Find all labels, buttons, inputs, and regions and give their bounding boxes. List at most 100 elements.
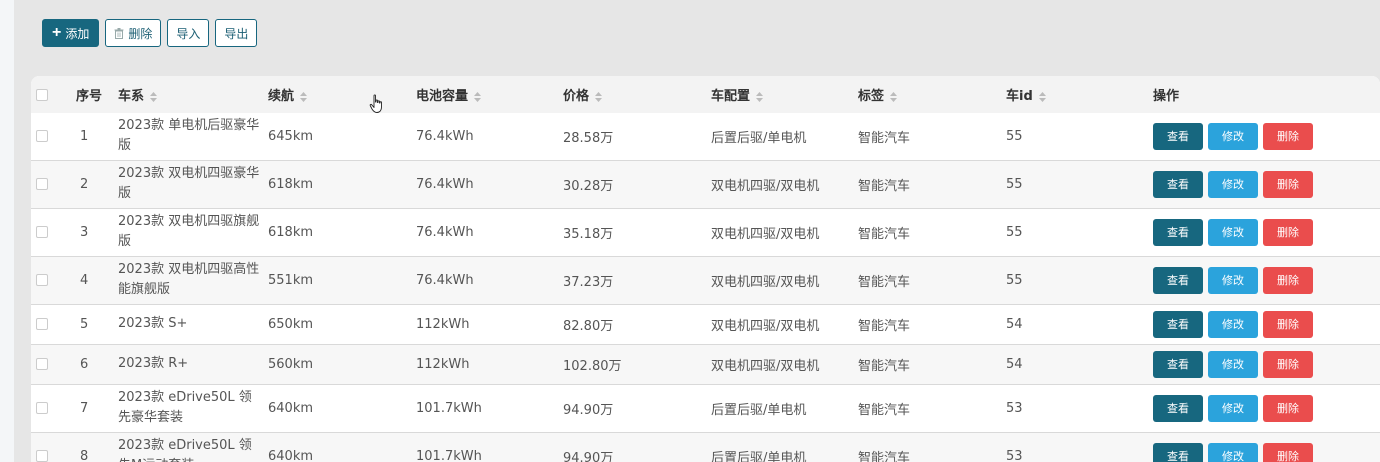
cell-price: 35.18万 xyxy=(563,208,711,257)
edit-button[interactable]: 修改 xyxy=(1208,310,1258,338)
cell-actions: 查看 修改 删除 xyxy=(1153,344,1380,385)
view-button[interactable]: 查看 xyxy=(1153,442,1203,462)
edit-button[interactable]: 修改 xyxy=(1208,350,1258,378)
cell-battery: 101.7kWh xyxy=(416,384,563,433)
row-delete-button[interactable]: 删除 xyxy=(1263,394,1313,422)
delete-button-label: 删除 xyxy=(128,26,153,41)
view-button[interactable]: 查看 xyxy=(1153,394,1203,422)
sort-icon[interactable] xyxy=(150,91,158,102)
sort-icon[interactable] xyxy=(1038,91,1046,102)
view-button[interactable]: 查看 xyxy=(1153,218,1203,246)
row-delete-button[interactable]: 删除 xyxy=(1263,442,1313,462)
cell-range: 645km xyxy=(268,113,416,161)
row-checkbox-cell xyxy=(31,256,76,305)
row-checkbox-cell xyxy=(31,113,76,161)
cell-price: 30.28万 xyxy=(563,160,711,209)
cell-series: 2023款 eDrive50L 领先豪华套装 xyxy=(118,384,268,433)
sort-icon[interactable] xyxy=(300,91,308,102)
row-delete-button[interactable]: 删除 xyxy=(1263,266,1313,294)
view-button[interactable]: 查看 xyxy=(1153,122,1203,150)
header-series[interactable]: 车系 xyxy=(118,76,268,113)
edit-button[interactable]: 修改 xyxy=(1208,170,1258,198)
row-checkbox[interactable] xyxy=(36,358,48,370)
table-row: 7 2023款 eDrive50L 领先豪华套装 640km 101.7kWh 94.9… xyxy=(31,384,1380,433)
row-checkbox-cell xyxy=(31,384,76,433)
cell-series: 2023款 R+ xyxy=(118,344,268,385)
cell-price: 94.90万 xyxy=(563,384,711,433)
export-button[interactable]: 导出 xyxy=(215,19,258,47)
select-all-checkbox[interactable] xyxy=(36,88,48,101)
cell-range: 640km xyxy=(268,384,416,433)
table-header-row: 序号 车系 续航 电池容量 价格 车配置 标签 车id 操作 xyxy=(31,76,1380,113)
add-button[interactable]: + 添加 xyxy=(42,19,100,47)
view-button[interactable]: 查看 xyxy=(1153,310,1203,338)
row-delete-button[interactable]: 删除 xyxy=(1263,310,1313,338)
toolbar: + 添加 删除 导入 导出 xyxy=(42,19,258,47)
edit-button[interactable]: 修改 xyxy=(1208,266,1258,294)
row-checkbox-cell xyxy=(31,432,76,462)
row-checkbox[interactable] xyxy=(36,130,48,143)
cell-price: 82.80万 xyxy=(563,304,711,345)
view-button[interactable]: 查看 xyxy=(1153,350,1203,378)
cell-battery: 101.7kWh xyxy=(416,432,563,462)
cell-range: 551km xyxy=(268,256,416,305)
edit-button[interactable]: 修改 xyxy=(1208,122,1258,150)
sort-icon[interactable] xyxy=(474,91,482,102)
cell-config: 后置后驱/单电机 xyxy=(711,384,858,433)
row-checkbox[interactable] xyxy=(36,318,48,330)
sort-icon[interactable] xyxy=(595,91,603,102)
cell-index: 1 xyxy=(76,113,118,161)
cell-range: 560km xyxy=(268,344,416,385)
row-checkbox[interactable] xyxy=(36,274,48,286)
cell-range: 618km xyxy=(268,160,416,209)
header-config[interactable]: 车配置 xyxy=(711,76,858,113)
row-checkbox[interactable] xyxy=(36,226,48,238)
sort-icon[interactable] xyxy=(756,91,764,102)
header-car-id[interactable]: 车id xyxy=(1006,76,1153,113)
cell-config: 后置后驱/单电机 xyxy=(711,432,858,462)
table-row: 3 2023款 双电机四驱旗舰版 618km 76.4kWh 35.18万 双电机四驱/双… xyxy=(31,208,1380,257)
header-index: 序号 xyxy=(76,89,103,104)
cell-price: 37.23万 xyxy=(563,256,711,305)
edit-button[interactable]: 修改 xyxy=(1208,394,1258,422)
header-price[interactable]: 价格 xyxy=(563,76,711,113)
sort-icon[interactable] xyxy=(890,91,898,102)
row-checkbox-cell xyxy=(31,344,76,385)
cell-car-id: 55 xyxy=(1006,256,1153,305)
row-checkbox-cell xyxy=(31,160,76,209)
row-checkbox[interactable] xyxy=(36,178,48,190)
cell-battery: 112kWh xyxy=(416,304,563,345)
delete-button[interactable]: 删除 xyxy=(105,19,162,47)
cell-series: 2023款 单电机后驱豪华版 xyxy=(118,113,268,161)
row-delete-button[interactable]: 删除 xyxy=(1263,122,1313,150)
cell-battery: 112kWh xyxy=(416,344,563,385)
cell-actions: 查看 修改 删除 xyxy=(1153,256,1380,305)
cell-series: 2023款 S+ xyxy=(118,304,268,345)
edit-button[interactable]: 修改 xyxy=(1208,218,1258,246)
cell-range: 650km xyxy=(268,304,416,345)
row-actions: 查看 修改 删除 xyxy=(1153,394,1380,422)
cell-config: 双电机四驱/双电机 xyxy=(711,208,858,257)
row-delete-button[interactable]: 删除 xyxy=(1263,350,1313,378)
table-row: 5 2023款 S+ 650km 112kWh 82.80万 双电机四驱/双电机 智能汽车 5… xyxy=(31,304,1380,345)
table-row: 1 2023款 单电机后驱豪华版 645km 76.4kWh 28.58万 后置后驱/单电… xyxy=(31,113,1380,161)
row-delete-button[interactable]: 删除 xyxy=(1263,218,1313,246)
row-checkbox[interactable] xyxy=(36,402,48,414)
cell-actions: 查看 修改 删除 xyxy=(1153,432,1380,462)
left-strip xyxy=(0,0,14,462)
view-button[interactable]: 查看 xyxy=(1153,266,1203,294)
view-button[interactable]: 查看 xyxy=(1153,170,1203,198)
cell-tag: 智能汽车 xyxy=(858,384,1006,433)
row-delete-button[interactable]: 删除 xyxy=(1263,170,1313,198)
header-battery[interactable]: 电池容量 xyxy=(416,76,563,113)
import-button[interactable]: 导入 xyxy=(167,19,210,47)
header-tag[interactable]: 标签 xyxy=(858,76,1006,113)
row-actions: 查看 修改 删除 xyxy=(1153,266,1380,294)
table-body: 1 2023款 单电机后驱豪华版 645km 76.4kWh 28.58万 后置后驱/单电… xyxy=(31,113,1380,462)
cell-car-id: 53 xyxy=(1006,432,1153,462)
header-battery-label: 电池容量 xyxy=(416,89,469,104)
cell-price: 28.58万 xyxy=(563,113,711,161)
edit-button[interactable]: 修改 xyxy=(1208,442,1258,462)
row-checkbox[interactable] xyxy=(36,450,48,462)
header-range[interactable]: 续航 xyxy=(268,76,416,113)
